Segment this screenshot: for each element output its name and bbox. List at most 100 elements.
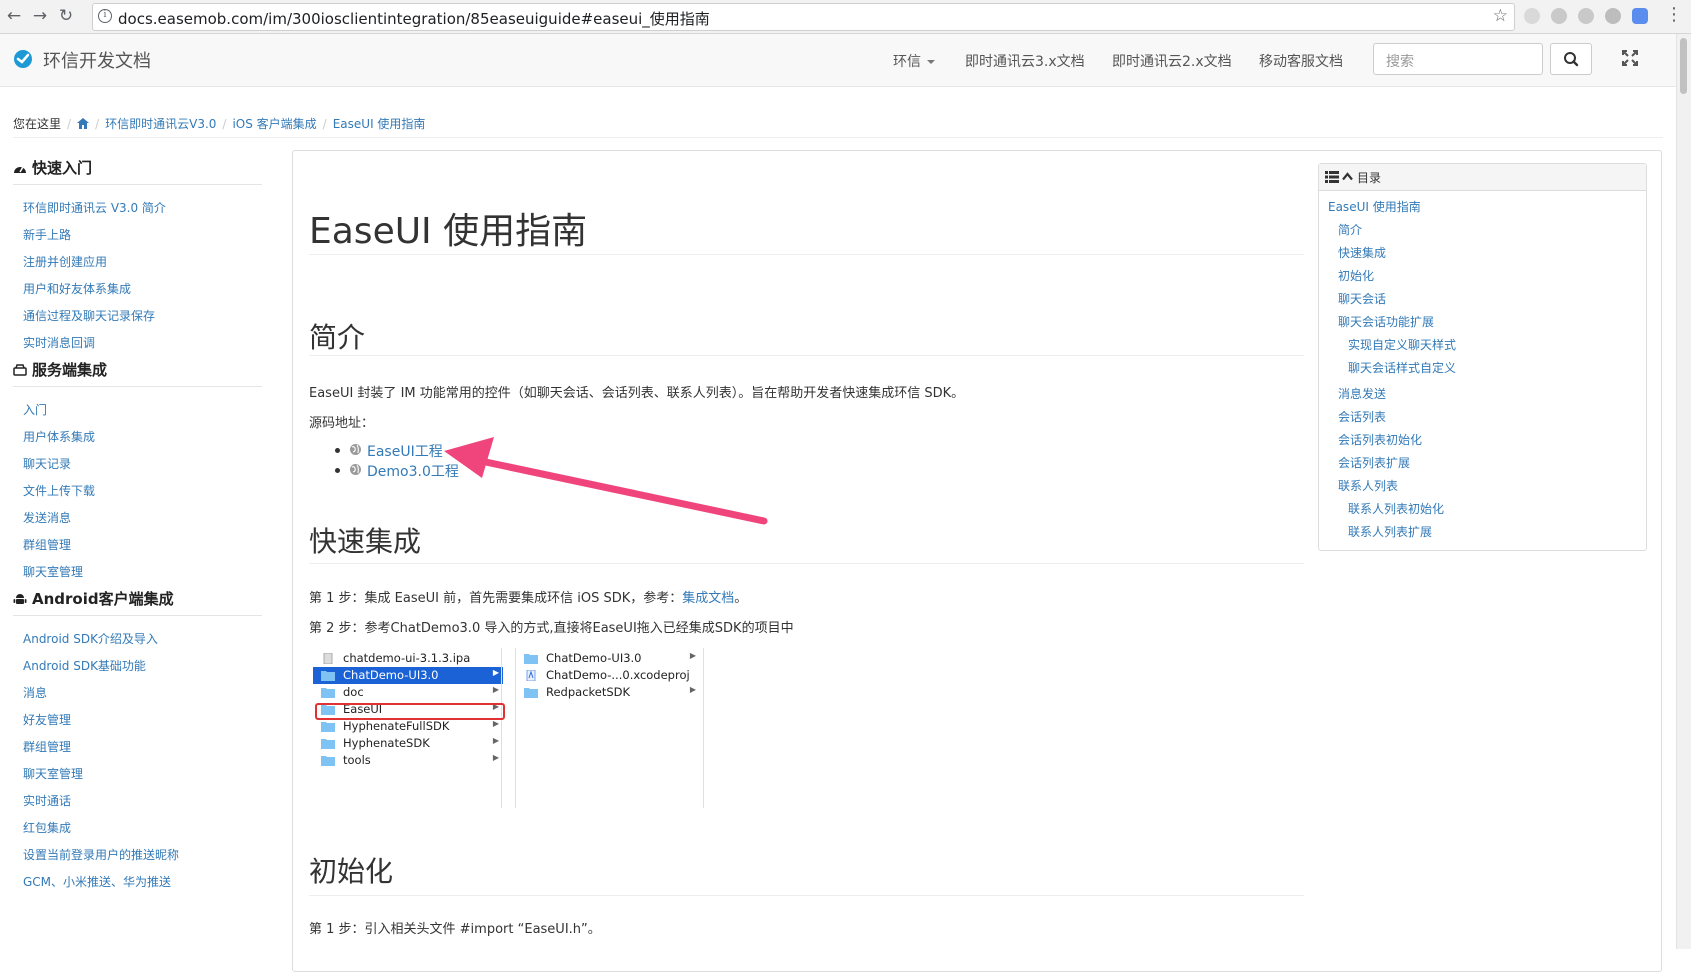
toc-item[interactable]: 聊天会话样式自定义: [1348, 359, 1456, 376]
sidebar-item[interactable]: 好友管理: [23, 711, 71, 728]
breadcrumb-ios-integration[interactable]: iOS 客户端集成: [232, 117, 316, 131]
back-icon[interactable]: ←: [4, 6, 24, 26]
extension-icon-3[interactable]: [1578, 8, 1594, 24]
sidebar-divider: [13, 184, 262, 185]
nav-im-2x-docs[interactable]: 即时通讯云2.x文档: [1112, 51, 1232, 71]
toc-item[interactable]: 简介: [1338, 221, 1362, 238]
toc-item[interactable]: 实现自定义聊天样式: [1348, 336, 1456, 353]
breadcrumb-prefix: 您在这里: [13, 117, 62, 131]
breadcrumb-divider: [13, 137, 1663, 138]
page-scrollbar[interactable]: [1676, 34, 1691, 949]
site-brand[interactable]: 环信开发文档: [43, 47, 151, 73]
sidebar-item[interactable]: 注册并创建应用: [23, 253, 107, 270]
sidebar-item[interactable]: 用户体系集成: [23, 428, 95, 445]
sidebar-item[interactable]: 红包集成: [23, 819, 71, 836]
extension-icon-4[interactable]: [1605, 8, 1621, 24]
reload-icon[interactable]: ↻: [56, 6, 76, 26]
sidebar-item[interactable]: Android SDK介绍及导入: [23, 630, 158, 647]
finder-item: doc ▶: [313, 684, 503, 701]
folder-icon: [524, 688, 538, 698]
forward-icon[interactable]: →: [30, 6, 50, 26]
toc-item[interactable]: 联系人列表: [1338, 477, 1398, 494]
list-icon: [1325, 171, 1339, 183]
finder-item-label: RedpacketSDK: [546, 685, 631, 699]
toc-item[interactable]: 消息发送: [1338, 385, 1386, 402]
sidebar-item[interactable]: 聊天室管理: [23, 563, 83, 580]
folder-icon: [524, 654, 538, 664]
sidebar-item[interactable]: 群组管理: [23, 738, 71, 755]
breadcrumb-im-v3[interactable]: 环信即时通讯云V3.0: [105, 117, 216, 131]
toc-item[interactable]: EaseUI 使用指南: [1328, 198, 1421, 215]
sidebar-item[interactable]: 聊天室管理: [23, 765, 83, 782]
finder-screenshot: chatdemo-ui-3.1.3.ipa ChatDemo-UI3.0 ▶ do…: [313, 648, 707, 808]
nav-huanxin-dropdown[interactable]: 环信: [893, 51, 935, 71]
nav-im-3x-docs[interactable]: 即时通讯云3.x文档: [965, 51, 1085, 71]
chevron-up-icon[interactable]: [1342, 172, 1353, 181]
file-icon: [323, 653, 333, 664]
sidebar-item[interactable]: 群组管理: [23, 536, 71, 553]
site-info-icon[interactable]: i: [98, 9, 112, 23]
step1-suffix: 。: [734, 591, 748, 606]
finder-item-selected: ChatDemo-UI3.0 ▶: [313, 667, 503, 684]
fullscreen-icon[interactable]: [1620, 48, 1640, 68]
extension-icon-1[interactable]: [1524, 8, 1540, 24]
toc-item[interactable]: 快速集成: [1338, 244, 1386, 261]
sidebar-item[interactable]: 实时消息回调: [23, 334, 95, 351]
sidebar-item[interactable]: Android SDK基础功能: [23, 657, 146, 674]
section-divider: [309, 895, 1304, 896]
finder-column-2: ChatDemo-UI3.0 ▶ ChatDemo-...0.xcodeproj …: [516, 648, 700, 808]
browser-menu-icon[interactable]: ⋮: [1665, 5, 1683, 25]
extension-icon-2[interactable]: [1551, 8, 1567, 24]
finder-item-label: doc: [343, 685, 364, 699]
nav-kefu-docs[interactable]: 移动客服文档: [1259, 51, 1343, 71]
folder-icon: [321, 739, 335, 749]
easeui-project-link[interactable]: EaseUI工程: [367, 441, 443, 461]
sidebar-item[interactable]: 入门: [23, 401, 47, 418]
toc-item[interactable]: 会话列表: [1338, 408, 1386, 425]
integration-doc-link[interactable]: 集成文档: [682, 591, 734, 606]
search-button[interactable]: [1550, 43, 1592, 75]
sidebar-section-title: Android客户端集成: [32, 590, 174, 608]
toc-item[interactable]: 聊天会话功能扩展: [1338, 313, 1434, 330]
finder-item-label: tools: [343, 753, 371, 767]
sidebar-section-android[interactable]: Android客户端集成: [13, 588, 174, 609]
sidebar-item[interactable]: 设置当前登录用户的推送昵称: [23, 846, 179, 863]
sidebar-item[interactable]: 新手上路: [23, 226, 71, 243]
toc-item[interactable]: 初始化: [1338, 267, 1374, 284]
toc-item[interactable]: 会话列表初始化: [1338, 431, 1422, 448]
section-heading-intro: 简介: [309, 321, 366, 354]
toc-item[interactable]: 聊天会话: [1338, 290, 1386, 307]
xcodeproj-icon: [526, 670, 536, 681]
search-input[interactable]: 搜索: [1373, 43, 1543, 75]
home-icon[interactable]: [77, 117, 90, 131]
breadcrumb-easeui-guide[interactable]: EaseUI 使用指南: [333, 117, 426, 131]
shield-extension-icon[interactable]: [1632, 8, 1648, 24]
sidebar-section-server[interactable]: 服务端集成: [13, 359, 107, 380]
sidebar-divider: [13, 386, 262, 387]
address-bar[interactable]: i docs.easemob.com/im/300iosclientintegr…: [92, 3, 1515, 31]
sidebar-item[interactable]: GCM、小米推送、华为推送: [23, 873, 171, 890]
finder-column-1: chatdemo-ui-3.1.3.ipa ChatDemo-UI3.0 ▶ do…: [313, 648, 503, 808]
scrollbar-thumb[interactable]: [1680, 38, 1687, 94]
sidebar-item[interactable]: 环信即时通讯云 V3.0 简介: [23, 199, 166, 216]
url-text[interactable]: docs.easemob.com/im/300iosclientintegrat…: [118, 8, 710, 29]
sidebar-item[interactable]: 用户和好友体系集成: [23, 280, 131, 297]
sidebar-item[interactable]: 发送消息: [23, 509, 71, 526]
sidebar-item[interactable]: 消息: [23, 684, 47, 701]
toc-item[interactable]: 会话列表扩展: [1338, 454, 1410, 471]
toc-item[interactable]: 联系人列表扩展: [1348, 523, 1432, 540]
finder-item: HyphenateFullSDK ▶: [313, 718, 503, 735]
toc-header[interactable]: 目录: [1319, 164, 1646, 191]
easemob-logo-icon[interactable]: [13, 49, 33, 69]
toc-item[interactable]: 联系人列表初始化: [1348, 500, 1444, 517]
sidebar-item[interactable]: 聊天记录: [23, 455, 71, 472]
finder-item: ChatDemo-...0.xcodeproj: [516, 667, 700, 684]
sidebar-item[interactable]: 实时通话: [23, 792, 71, 809]
sidebar-item[interactable]: 文件上传下载: [23, 482, 95, 499]
bookmark-star-icon[interactable]: ☆: [1493, 6, 1508, 26]
sidebar-item[interactable]: 通信过程及聊天记录保存: [23, 307, 155, 324]
sidebar-section-quickstart[interactable]: 快速入门: [13, 157, 92, 178]
demo3-project-link[interactable]: Demo3.0工程: [367, 461, 459, 481]
folder-icon: [321, 756, 335, 766]
title-divider: [309, 254, 1304, 255]
